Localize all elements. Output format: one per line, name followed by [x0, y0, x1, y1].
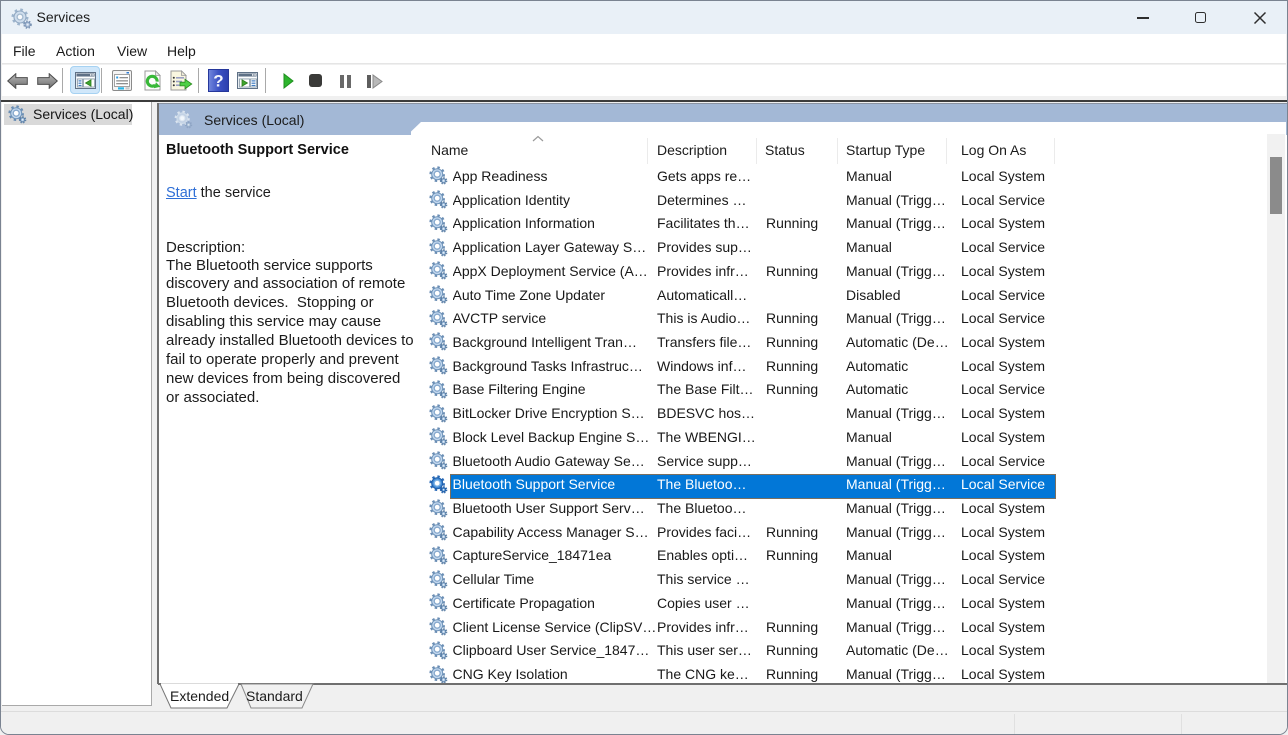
svg-text:?: ? [213, 72, 223, 91]
